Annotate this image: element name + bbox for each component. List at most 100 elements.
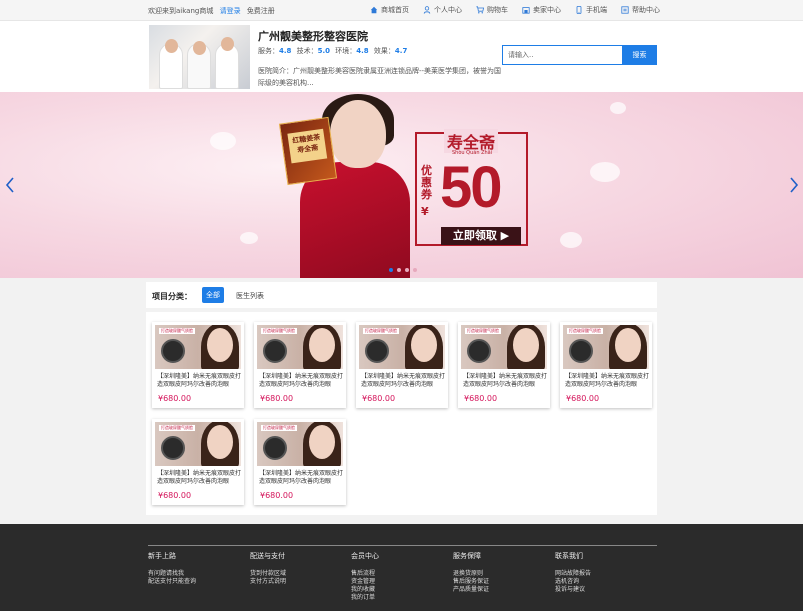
- model-face: [513, 328, 539, 362]
- chevron-right-icon: [790, 177, 799, 193]
- product-title[interactable]: 【深圳隆美】纳米无痕双眼皮打造双眼皮阿玛尔改善肉泡眼: [259, 373, 343, 389]
- product-card[interactable]: 打造玻尿酸气质脸 【深圳隆美】纳米无痕双眼皮打造双眼皮阿玛尔改善肉泡眼 ¥680…: [254, 322, 346, 408]
- nav-mobile-label: 手机端: [586, 6, 607, 14]
- slide-dot[interactable]: [389, 268, 393, 272]
- shop-name[interactable]: 广州靓美整形整容医院: [258, 28, 368, 44]
- product-image[interactable]: 打造玻尿酸气质脸: [155, 422, 241, 466]
- product-image[interactable]: 打造玻尿酸气质脸: [359, 325, 445, 369]
- product-card[interactable]: 打造玻尿酸气质脸 【深圳隆美】纳米无痕双眼皮打造双眼皮阿玛尔改善肉泡眼 ¥680…: [152, 419, 244, 505]
- footer-link[interactable]: 货到付款区域: [250, 570, 286, 578]
- product-image-tag: 打造玻尿酸气质脸: [363, 328, 399, 334]
- footer-column-guide: 新手上路 有问题请找我 配送支付只能查询: [148, 551, 196, 586]
- product-card[interactable]: 打造玻尿酸气质脸 【深圳隆美】纳米无痕双眼皮打造双眼皮阿玛尔改善肉泡眼 ¥680…: [356, 322, 448, 408]
- store-icon: [522, 7, 530, 14]
- footer-column-title: 配送与支付: [250, 552, 285, 560]
- product-image[interactable]: 打造玻尿酸气质脸: [563, 325, 649, 369]
- footer-column-contact: 联系我们 网站故障报告 选机咨询 投诉与建议: [555, 551, 591, 594]
- login-link[interactable]: 请登录: [220, 7, 241, 15]
- compact-mirror: [569, 339, 593, 363]
- product-price: ¥680.00: [158, 491, 192, 500]
- product-image[interactable]: 打造玻尿酸气质脸: [461, 325, 547, 369]
- product-price: ¥680.00: [566, 394, 600, 403]
- top-nav: 商城首页 个人中心 购物车 卖家中心 手机端 帮助中心: [370, 5, 674, 15]
- product-image-tag: 打造玻尿酸气质脸: [261, 425, 297, 431]
- product-grid: 打造玻尿酸气质脸 【深圳隆美】纳米无痕双眼皮打造双眼皮阿玛尔改善肉泡眼 ¥680…: [146, 312, 657, 515]
- model-face: [309, 328, 335, 362]
- search-input[interactable]: [502, 45, 622, 65]
- rating-value: 4.8: [279, 47, 292, 55]
- slide-indicators: [389, 268, 421, 272]
- tab-doctor-list[interactable]: 医生列表: [236, 291, 264, 301]
- product-card[interactable]: 打造玻尿酸气质脸 【深圳隆美】纳米无痕双眼皮打造双眼皮阿玛尔改善肉泡眼 ¥680…: [254, 419, 346, 505]
- product-card[interactable]: 打造玻尿酸气质脸 【深圳隆美】纳米无痕双眼皮打造双眼皮阿玛尔改善肉泡眼 ¥680…: [560, 322, 652, 408]
- product-image[interactable]: 打造玻尿酸气质脸: [257, 422, 343, 466]
- nav-home[interactable]: 商城首页: [370, 5, 409, 15]
- nav-cart[interactable]: 购物车: [476, 5, 508, 15]
- nav-help-center-label: 帮助中心: [632, 6, 660, 14]
- claim-coupon-button[interactable]: 立即领取 ▶: [441, 227, 521, 245]
- footer-link[interactable]: 我的收藏: [351, 586, 379, 594]
- product-title[interactable]: 【深圳隆美】纳米无痕双眼皮打造双眼皮阿玛尔改善肉泡眼: [361, 373, 445, 389]
- compact-mirror: [263, 436, 287, 460]
- register-link[interactable]: 免费注册: [247, 7, 275, 15]
- product-card[interactable]: 打造玻尿酸气质脸 【深圳隆美】纳米无痕双眼皮打造双眼皮阿玛尔改善肉泡眼 ¥680…: [458, 322, 550, 408]
- nav-mobile[interactable]: 手机端: [575, 5, 607, 15]
- footer-link[interactable]: 资金管理: [351, 578, 379, 586]
- footer-link[interactable]: 我的订单: [351, 594, 379, 602]
- product-card[interactable]: 打造玻尿酸气质脸 【深圳隆美】纳米无痕双眼皮打造双眼皮阿玛尔改善肉泡眼 ¥680…: [152, 322, 244, 408]
- shop-ratings: 服务：4.8 技术：5.0 环境：4.8 效果：4.7: [258, 46, 410, 56]
- nav-personal-center-label: 个人中心: [434, 6, 462, 14]
- product-title[interactable]: 【深圳隆美】纳米无痕双眼皮打造双眼皮阿玛尔改善肉泡眼: [157, 373, 241, 389]
- product-price: ¥680.00: [260, 394, 294, 403]
- product-image-tag: 打造玻尿酸气质脸: [159, 425, 195, 431]
- product-image-tag: 打造玻尿酸气质脸: [567, 328, 603, 334]
- nav-help-center[interactable]: 帮助中心: [621, 5, 660, 15]
- product-price: ¥680.00: [260, 491, 294, 500]
- shop-photo[interactable]: [149, 25, 250, 89]
- rating-label: 效果：: [373, 47, 395, 55]
- search-box: 搜索: [502, 45, 657, 65]
- petal-decoration: [590, 162, 620, 182]
- footer-link[interactable]: 有问题请找我: [148, 570, 196, 578]
- slide-dot[interactable]: [405, 268, 409, 272]
- product-image[interactable]: 打造玻尿酸气质脸: [257, 325, 343, 369]
- nav-personal-center[interactable]: 个人中心: [423, 5, 462, 15]
- slide-dot[interactable]: [397, 268, 401, 272]
- help-icon: [621, 6, 629, 14]
- next-slide-button[interactable]: [789, 177, 799, 193]
- footer-link[interactable]: 支付方式说明: [250, 578, 286, 586]
- phone-icon: [576, 6, 582, 14]
- footer-link[interactable]: 网站故障报告: [555, 570, 591, 578]
- product-price: ¥680.00: [362, 394, 396, 403]
- footer-link[interactable]: 投诉与建议: [555, 586, 591, 594]
- top-bar-welcome-area: 欢迎来到aikang商城 请登录 免费注册: [148, 6, 275, 16]
- model-face: [207, 328, 233, 362]
- slide-dot[interactable]: [413, 268, 417, 272]
- footer: 新手上路 有问题请找我 配送支付只能查询 配送与支付 货到付款区域 支付方式说明…: [0, 524, 803, 611]
- product-title[interactable]: 【深圳隆美】纳米无痕双眼皮打造双眼皮阿玛尔改善肉泡眼: [157, 470, 241, 486]
- promo-banner[interactable]: 红糖姜茶 寿全斋 寿全斋 Shòu Quán Zhāi 优惠券 ¥ 50 立即领…: [0, 92, 803, 278]
- product-title[interactable]: 【深圳隆美】纳米无痕双眼皮打造双眼皮阿玛尔改善肉泡眼: [565, 373, 649, 389]
- footer-link[interactable]: 选机咨询: [555, 578, 591, 586]
- product-image[interactable]: 打造玻尿酸气质脸: [155, 325, 241, 369]
- search-button[interactable]: 搜索: [622, 45, 657, 65]
- doctor-head: [221, 37, 234, 51]
- nav-seller-center[interactable]: 卖家中心: [522, 5, 561, 15]
- nav-seller-center-label: 卖家中心: [533, 6, 561, 14]
- footer-link[interactable]: 售后流程: [351, 570, 379, 578]
- category-bar: 项目分类： 全部 医生列表: [146, 282, 657, 308]
- footer-link[interactable]: 售后服务保证: [453, 578, 489, 586]
- product-title[interactable]: 【深圳隆美】纳米无痕双眼皮打造双眼皮阿玛尔改善肉泡眼: [463, 373, 547, 389]
- footer-divider: [148, 545, 657, 546]
- rating-value: 4.7: [394, 47, 408, 55]
- footer-link[interactable]: 配送支付只能查询: [148, 578, 196, 586]
- shop-intro: 医院简介：广州靓美整形美容医院隶属亚洲连锁品牌--美莱医学集团，被誉为国际级的美…: [258, 67, 502, 87]
- footer-link[interactable]: 退换货原则: [453, 570, 489, 578]
- tab-all[interactable]: 全部: [202, 287, 224, 303]
- prev-slide-button[interactable]: [5, 177, 15, 193]
- footer-link[interactable]: 产品质量保证: [453, 586, 489, 594]
- compact-mirror: [263, 339, 287, 363]
- model-face: [309, 425, 335, 459]
- product-box-image: 红糖姜茶 寿全斋: [278, 116, 338, 186]
- product-title[interactable]: 【深圳隆美】纳米无痕双眼皮打造双眼皮阿玛尔改善肉泡眼: [259, 470, 343, 486]
